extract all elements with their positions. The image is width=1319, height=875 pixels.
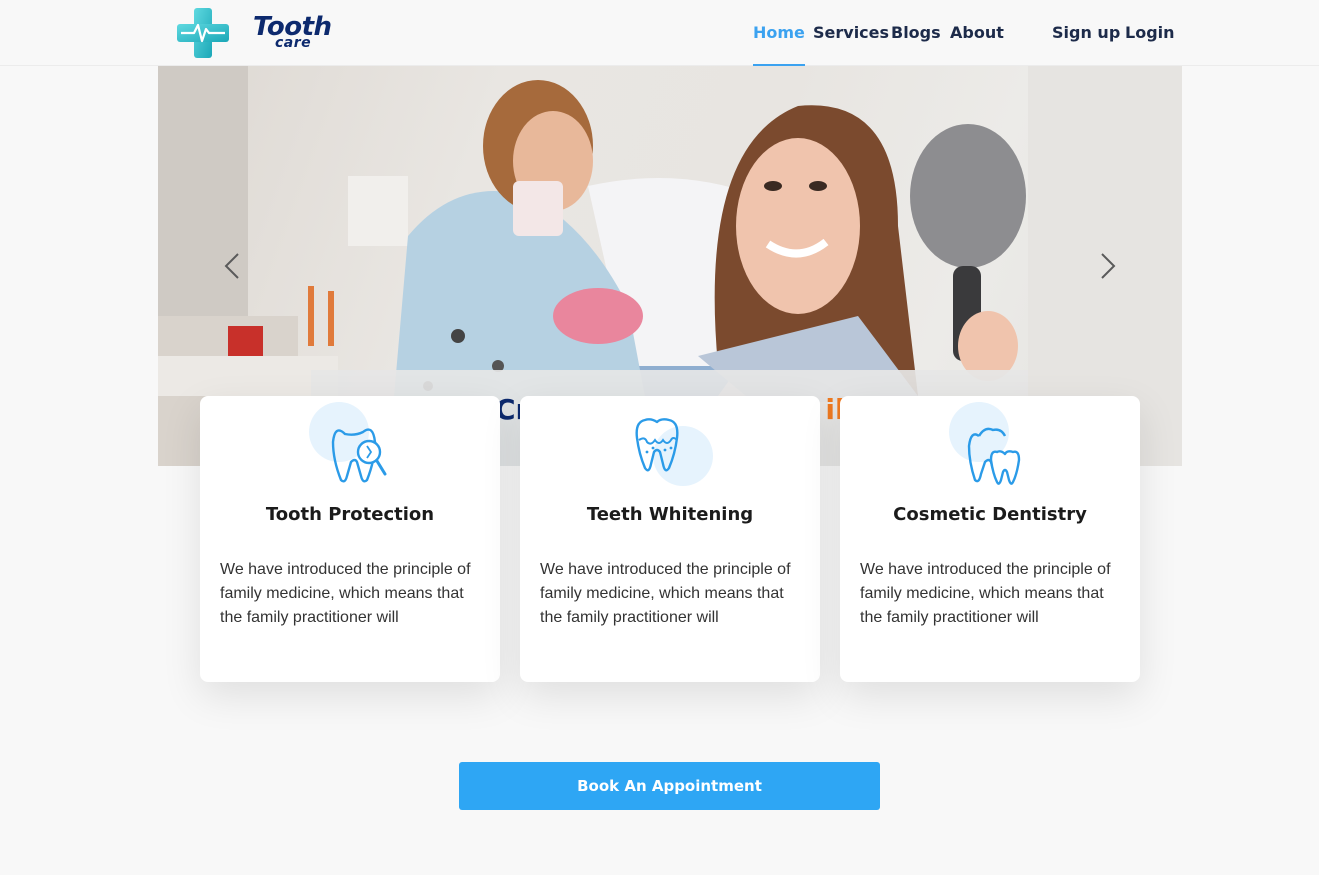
- service-card-cosmetic-dentistry[interactable]: Cosmetic Dentistry We have introduced th…: [840, 396, 1140, 682]
- service-title: Cosmetic Dentistry: [893, 504, 1087, 525]
- service-description: We have introduced the principle of fami…: [860, 561, 1111, 626]
- nav-home[interactable]: Home: [753, 0, 805, 66]
- signup-link[interactable]: Sign up: [1052, 0, 1120, 66]
- brand-name: Tooth care: [253, 12, 332, 51]
- two-teeth-icon: [949, 402, 1021, 485]
- service-description: We have introduced the principle of fami…: [540, 561, 791, 626]
- carousel-next-button[interactable]: [1086, 246, 1126, 286]
- carousel-prev-button[interactable]: [214, 246, 254, 286]
- navbar: Tooth care Home Services Blogs About Sig…: [0, 0, 1319, 66]
- service-description: We have introduced the principle of fami…: [220, 561, 471, 626]
- service-title: Tooth Protection: [265, 504, 435, 525]
- nav-about[interactable]: About: [950, 0, 1004, 66]
- nav-blogs[interactable]: Blogs: [891, 0, 941, 66]
- chevron-right-icon: [1101, 253, 1116, 279]
- chevron-left-icon: [224, 253, 239, 279]
- nav-services[interactable]: Services: [813, 0, 889, 66]
- service-card-tooth-protection[interactable]: Tooth Protection We have introduced the …: [200, 396, 500, 682]
- tooth-magnifier-icon: [309, 402, 387, 483]
- login-link[interactable]: Login: [1125, 0, 1175, 66]
- service-title: Teeth Whitening: [586, 504, 754, 525]
- tooth-whitening-icon: [635, 418, 713, 486]
- medical-cross-icon: [177, 8, 229, 58]
- book-appointment-button[interactable]: Book An Appointment: [459, 762, 880, 810]
- service-card-teeth-whitening[interactable]: Teeth Whitening We have introduced the p…: [520, 396, 820, 682]
- brand-logo[interactable]: Tooth care: [177, 8, 332, 60]
